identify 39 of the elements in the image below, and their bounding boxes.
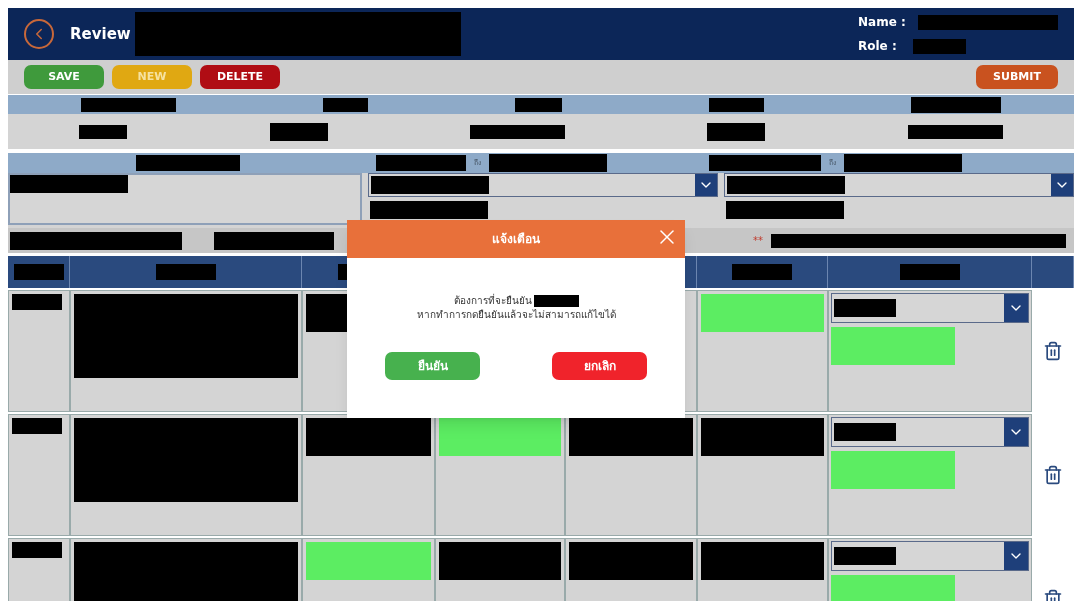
name-label: Name : (858, 14, 906, 31)
redacted-block (13, 264, 64, 280)
dialog-message: ต้องการที่จะยืนยัน (453, 294, 532, 308)
trash-icon (1043, 465, 1063, 485)
redacted-block (12, 418, 62, 434)
redacted-block (12, 542, 62, 558)
redacted-block (323, 97, 369, 112)
redacted-block (732, 264, 792, 280)
dropdown-field[interactable] (831, 293, 1029, 323)
dropdown-field[interactable] (724, 173, 1074, 197)
back-button[interactable] (24, 19, 54, 49)
redacted-block (834, 299, 896, 317)
redacted-block (834, 547, 896, 565)
redacted-block (707, 122, 766, 141)
redacted-block (899, 264, 960, 280)
text-area[interactable] (8, 173, 362, 225)
toolbar-button[interactable]: DELETE (200, 65, 280, 89)
trash-icon (1043, 341, 1063, 361)
submit-button[interactable]: SUBMIT (976, 65, 1058, 89)
redacted-block (12, 294, 62, 310)
redacted-block (79, 124, 128, 139)
page-title: Review (70, 23, 131, 45)
cancel-button[interactable]: ยกเลิก (552, 352, 647, 380)
redacted-block (533, 295, 579, 307)
dialog-message: หากทำการกดยืนยันแล้วจะไม่สามารถแก้ไขได้ (416, 308, 616, 322)
redacted-block (515, 97, 562, 112)
redacted-block (912, 38, 966, 54)
toolbar-button[interactable]: SAVE (24, 65, 104, 89)
role-label: Role : (858, 38, 897, 55)
redacted-block (155, 264, 216, 280)
confirm-button[interactable]: ยืนยัน (385, 352, 480, 380)
dropdown-field[interactable] (368, 173, 718, 197)
redacted-block (834, 423, 896, 441)
dropdown-field[interactable] (831, 541, 1029, 571)
redacted-block (708, 97, 764, 112)
redacted-block (269, 122, 328, 141)
dialog-title: แจ้งเตือน (492, 231, 540, 248)
required-mark: ** (753, 234, 763, 248)
dropdown-field[interactable] (831, 417, 1029, 447)
